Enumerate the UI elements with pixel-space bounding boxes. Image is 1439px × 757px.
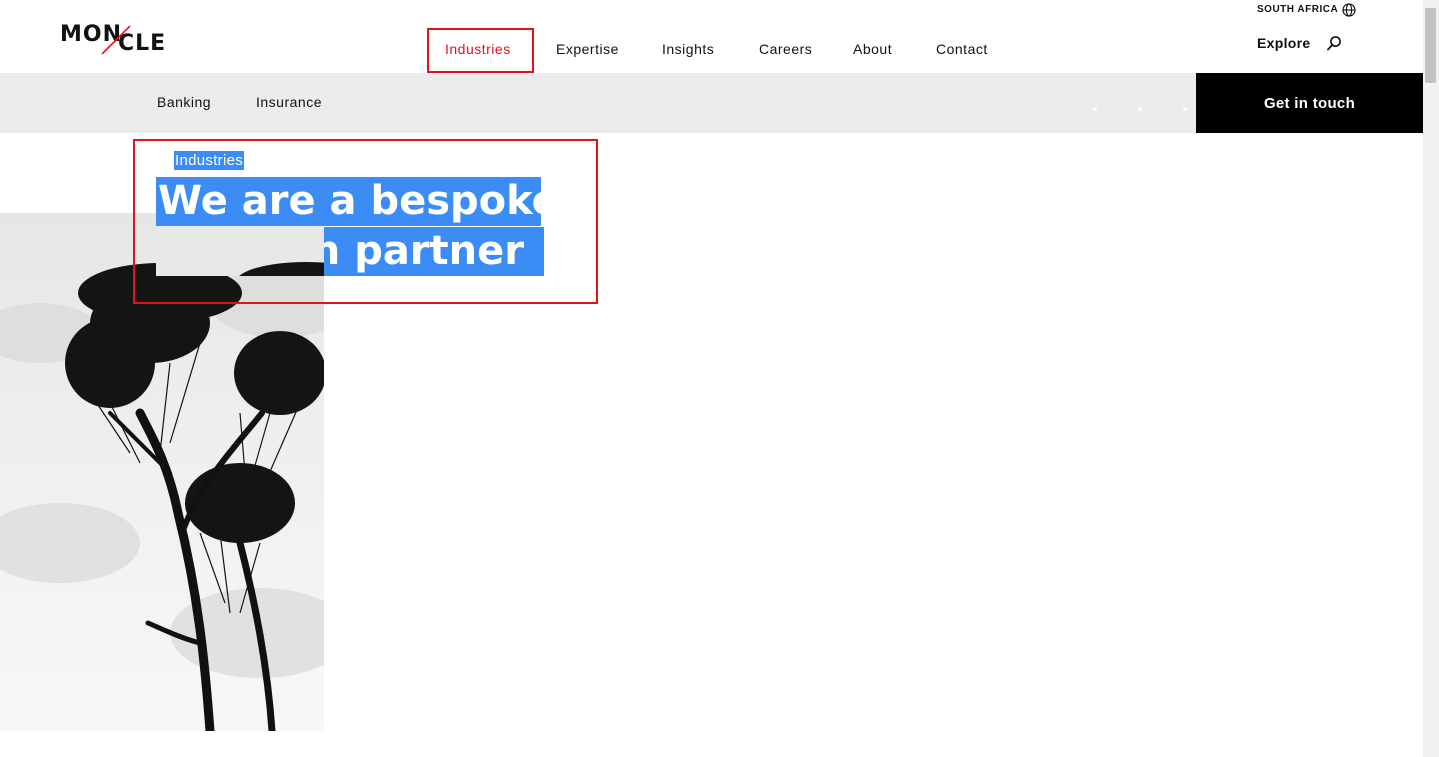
explore-button[interactable]: Explore	[1257, 35, 1310, 51]
nav-item-careers[interactable]: Careers	[759, 41, 812, 57]
carousel-dot[interactable]	[1183, 107, 1187, 111]
globe-icon[interactable]	[1342, 3, 1356, 17]
nav-item-expertise[interactable]: Expertise	[556, 41, 619, 57]
get-in-touch-button[interactable]: Get in touch	[1196, 73, 1423, 133]
industries-subnav: Banking Insurance	[0, 73, 1196, 133]
subnav-item-insurance[interactable]: Insurance	[256, 94, 322, 110]
nav-item-contact[interactable]: Contact	[936, 41, 988, 57]
logo-text-right: CLE	[118, 31, 167, 56]
monocle-logo[interactable]: MON CLE	[60, 22, 184, 58]
hero-eyebrow: Industries	[174, 151, 245, 170]
page-scrollbar[interactable]	[1423, 0, 1439, 757]
carousel-dot[interactable]	[1138, 107, 1142, 111]
region-selector[interactable]: SOUTH AFRICA	[1257, 4, 1338, 15]
hero-headline-line1: We are a bespoke	[156, 177, 541, 226]
site-header: MON CLE Industries Expertise Insights Ca…	[0, 0, 1423, 73]
tree-illustration	[0, 263, 324, 731]
nav-item-about[interactable]: About	[853, 41, 892, 57]
hero-headline-text: We are a bespoke	[158, 178, 541, 224]
hero-tree-image	[0, 213, 324, 731]
hero-headline-line2: solution partner	[156, 227, 544, 276]
subnav-item-banking[interactable]: Banking	[157, 94, 211, 110]
carousel-dot[interactable]	[1093, 107, 1097, 111]
nav-active-highlight	[427, 28, 534, 73]
search-icon[interactable]	[1326, 35, 1342, 51]
hero-image-overlap	[156, 227, 324, 276]
nav-item-insights[interactable]: Insights	[662, 41, 714, 57]
scrollbar-thumb[interactable]	[1425, 8, 1436, 83]
